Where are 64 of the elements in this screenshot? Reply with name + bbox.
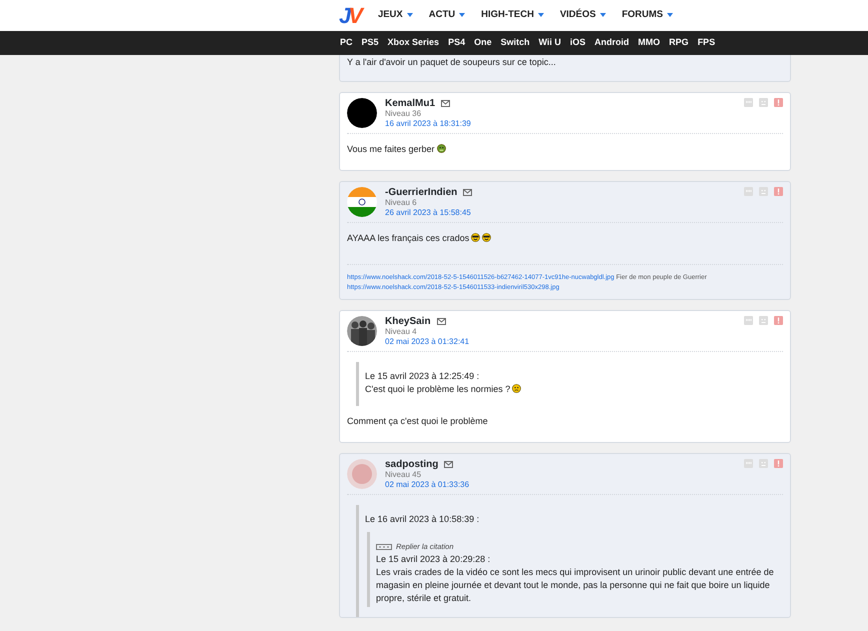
username-link[interactable]: -GuerrierIndien (385, 187, 458, 198)
ignore-icon[interactable] (759, 459, 768, 468)
quote-text: Les vrais crades de la vidéo ce sont les mecs qui improvisent un urinoir public devant une entrée de magasin en pleine journée et devant tout le monde, pas la personne qui ne fait que boire un liquide propre, stérile et gratuit. (376, 566, 775, 605)
silhouette-avatar-icon (347, 316, 377, 346)
post-text: Vous me faites gerber (347, 134, 783, 155)
platform-link[interactable]: iOS (570, 36, 586, 50)
quote-icon[interactable] (744, 98, 753, 107)
platform-link[interactable]: PS4 (448, 36, 466, 50)
post-text: Y a l'air d'avoir un paquet de soupeurs sur ce topic... (347, 56, 557, 68)
username-link[interactable]: KheySain (385, 316, 431, 327)
user-level: Niveau 45 (385, 470, 422, 480)
platform-link[interactable]: One (474, 36, 492, 50)
post-date-link[interactable]: 02 mai 2023 à 01:32:41 (385, 337, 738, 347)
mail-icon[interactable] (441, 100, 450, 107)
platform-link[interactable]: PC (340, 36, 353, 50)
laughing-smiley-icon (471, 233, 480, 242)
nav-menu[interactable]: JEUX (378, 8, 413, 23)
post-date-link[interactable]: 26 avril 2023 à 15:58:45 (385, 208, 738, 218)
platform-link[interactable]: FPS (698, 36, 716, 50)
flag-avatar-icon (347, 187, 377, 217)
quote-icon[interactable] (744, 187, 753, 196)
report-icon[interactable] (774, 98, 783, 107)
sick-smiley-icon (436, 144, 446, 153)
username-link[interactable]: sadposting (385, 459, 438, 470)
platform-link[interactable]: Xbox Series (388, 36, 440, 50)
platform-link[interactable]: MMO (638, 36, 660, 50)
nav-menu[interactable]: ACTU (428, 8, 466, 23)
report-icon[interactable] (774, 459, 783, 468)
platform-link[interactable]: Android (594, 36, 630, 50)
username-link[interactable]: KemalMu1 (385, 98, 436, 109)
ignore-icon[interactable] (759, 187, 768, 196)
nav-menu[interactable]: HIGH-TECH (481, 8, 544, 23)
report-icon[interactable] (774, 316, 783, 325)
post-date-link[interactable]: 02 mai 2023 à 01:33:36 (385, 480, 738, 490)
quote-icon[interactable] (744, 459, 753, 468)
platform-link[interactable]: RPG (669, 36, 689, 50)
user-level: Niveau 6 (385, 198, 418, 208)
collapse-icon (376, 544, 392, 550)
nav-menu[interactable]: FORUMS (622, 8, 674, 23)
post-date-link[interactable]: 16 avril 2023 à 18:31:39 (385, 119, 738, 129)
report-icon[interactable] (774, 187, 783, 196)
platform-link[interactable]: PS5 (362, 36, 379, 50)
mail-icon[interactable] (444, 461, 454, 468)
quote-icon[interactable] (744, 316, 753, 325)
user-level: Niveau 4 (385, 327, 418, 337)
quote-header: Le 15 avril 2023 à 20:29:28 : (376, 553, 492, 566)
nav-menu[interactable]: VIDÉOS (560, 8, 606, 23)
laughing-smiley-icon (482, 233, 492, 242)
ignore-icon[interactable] (759, 316, 768, 325)
quote-text: C'est quoi le problème les normies ? (365, 383, 783, 396)
avatar-circle (347, 459, 377, 489)
platform-link[interactable]: Switch (500, 36, 530, 50)
ignore-icon[interactable] (759, 98, 768, 107)
quote-header: Le 16 avril 2023 à 10:58:39 : (365, 513, 480, 526)
mail-icon[interactable] (436, 318, 446, 325)
post-text: AYAAA les français ces crados (347, 223, 783, 244)
post-text: Comment ça c'est quoi le problème (347, 415, 489, 427)
logo[interactable]: JV (339, 4, 360, 26)
platform-link[interactable]: Wii U (538, 36, 562, 50)
mail-icon[interactable] (463, 189, 472, 196)
confused-smiley-icon (512, 384, 522, 393)
quote-header: Le 15 avril 2023 à 12:25:49 : (365, 370, 480, 383)
avatar-circle (347, 98, 377, 128)
user-level: Niveau 36 (385, 109, 422, 119)
